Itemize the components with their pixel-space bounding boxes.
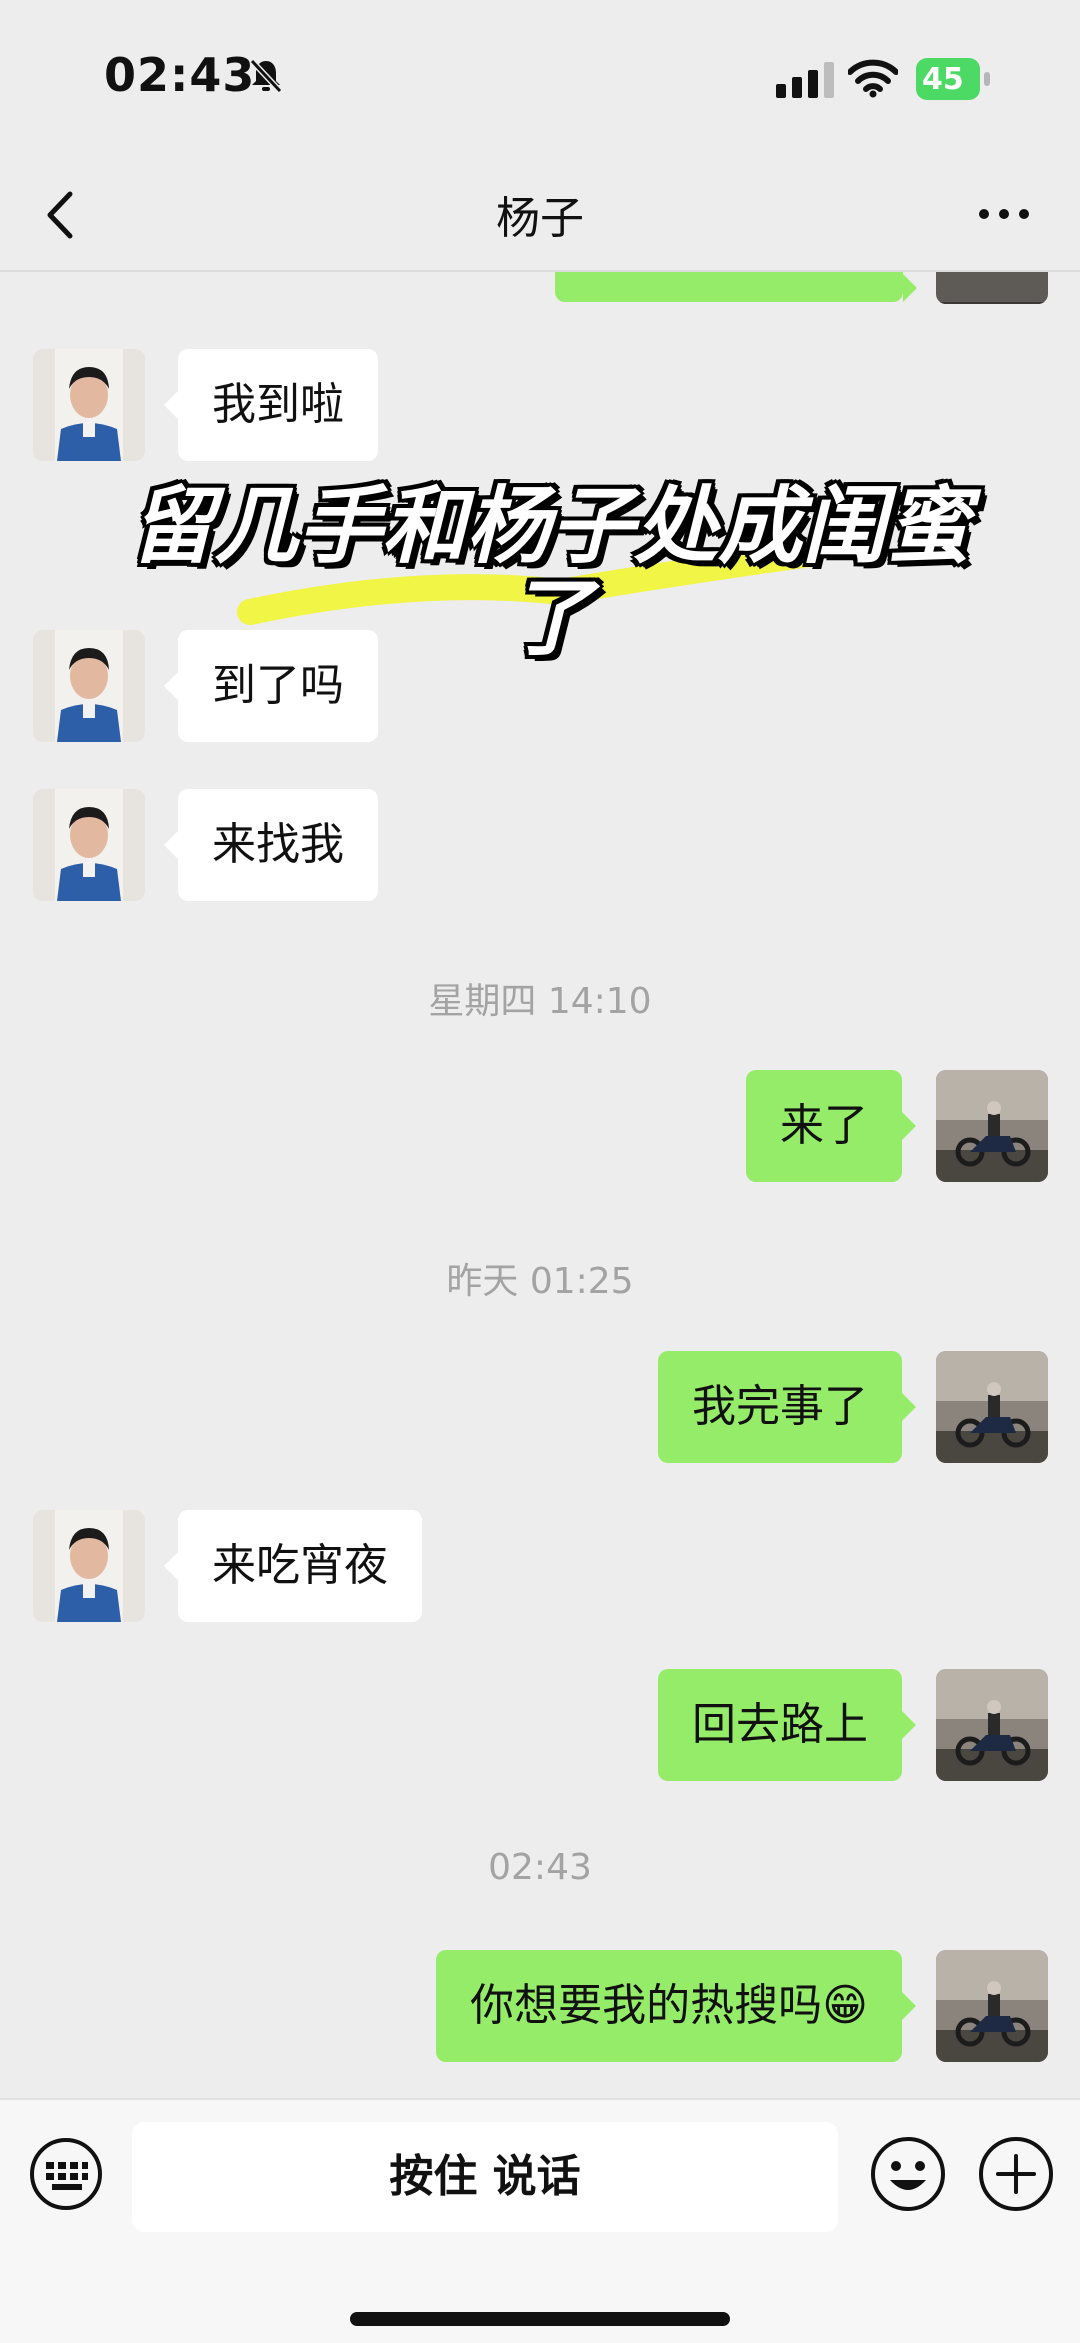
input-bar: 按住 说话 [0,2098,1080,2343]
incoming-message-bubble[interactable]: 我到啦 [164,349,378,461]
motorcycle-rider-avatar-icon [936,1070,1048,1182]
add-more-icon[interactable] [976,2134,1056,2214]
contact-avatar[interactable] [33,1510,145,1622]
incoming-message-bubble[interactable]: 来吃宵夜 [164,1510,422,1622]
my-avatar[interactable] [936,1070,1048,1182]
hold-to-talk-button[interactable]: 按住 说话 [132,2122,838,2232]
outgoing-message-bubble[interactable]: 来了 [746,1070,916,1182]
message-timestamp: 星期四 14:10 [428,981,652,1022]
bell-muted-icon [249,58,283,94]
contact-portrait-icon [33,1510,145,1622]
motorcycle-rider-avatar-icon [936,1351,1048,1463]
my-avatar[interactable] [936,1950,1048,2062]
incoming-message-bubble[interactable]: 来找我 [164,789,378,901]
contact-avatar[interactable] [33,349,145,461]
contact-portrait-icon [33,789,145,901]
chat-title: 杨子 [496,193,584,244]
status-bar: 02:43 45 [0,0,1080,160]
keyboard-toggle-icon[interactable] [28,2136,104,2212]
outgoing-message-bubble[interactable]: 我完事了 [658,1351,916,1463]
contact-portrait-icon [33,630,145,742]
battery-level: 45 [922,62,964,97]
my-avatar[interactable] [936,272,1048,304]
outgoing-message-bubble[interactable]: 你想要我的热搜吗😁 [436,1950,916,2062]
motorcycle-rider-avatar-icon [936,272,1048,304]
message-timestamp: 02:43 [488,1847,592,1888]
motorcycle-rider-avatar-icon [936,1950,1048,2062]
status-time: 02:43 [104,48,256,102]
home-indicator[interactable] [350,2312,730,2326]
message-timestamp: 昨天 01:25 [446,1261,634,1302]
incoming-message-bubble[interactable]: 到了吗 [164,630,378,742]
contact-portrait-icon [33,349,145,461]
contact-avatar[interactable] [33,789,145,901]
battery-indicator: 45 [916,58,990,100]
cellular-signal-icon [776,62,834,98]
chat-header: 杨子 [0,160,1080,272]
emoji-icon[interactable] [868,2134,948,2214]
outgoing-message-bubble[interactable]: 回去路上 [658,1669,916,1781]
motorcycle-rider-avatar-icon [936,1669,1048,1781]
my-avatar[interactable] [936,1669,1048,1781]
outgoing-bubble-partial[interactable] [555,272,917,302]
wifi-icon [848,59,898,98]
contact-avatar[interactable] [33,630,145,742]
my-avatar[interactable] [936,1351,1048,1463]
more-options-icon[interactable] [976,204,1032,224]
message-list[interactable]: 我到啦 到了吗 来找我 星期四 14:10 来了 昨天 01:25 我完事了 来… [0,272,1080,2098]
